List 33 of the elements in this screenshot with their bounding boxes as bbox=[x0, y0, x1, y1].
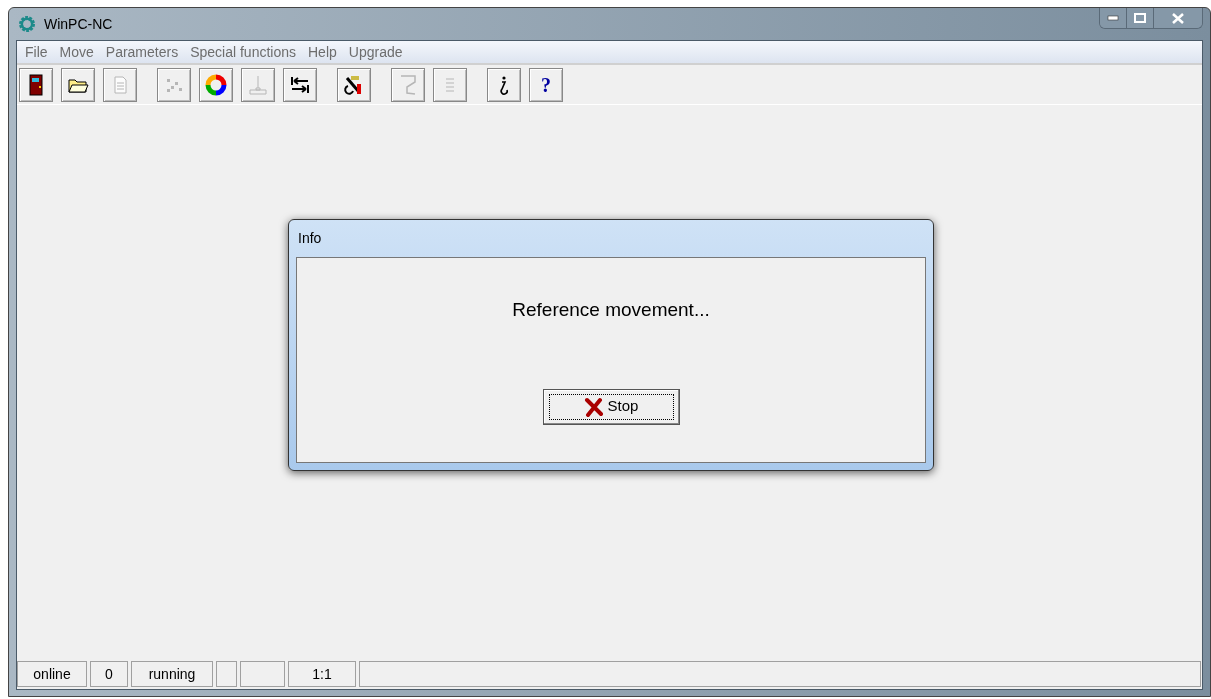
stop-button[interactable]: Stop bbox=[542, 388, 680, 425]
help-button[interactable]: ? bbox=[529, 67, 563, 102]
dialog-title: Info bbox=[298, 229, 322, 248]
toolbar-button[interactable] bbox=[61, 67, 95, 102]
window-title: WinPC-NC bbox=[44, 14, 113, 34]
close-button[interactable] bbox=[1154, 8, 1202, 28]
toolbar-button[interactable] bbox=[283, 67, 317, 102]
menu-item[interactable]: Upgrade bbox=[342, 41, 409, 63]
menu-item[interactable]: Parameters bbox=[99, 41, 185, 63]
minimize-icon bbox=[1107, 15, 1119, 21]
toolbar-button[interactable] bbox=[487, 67, 521, 102]
status-text: online bbox=[33, 664, 71, 684]
menu-item[interactable]: Move bbox=[53, 41, 100, 63]
status-text: 0 bbox=[105, 664, 113, 684]
minimize-button[interactable] bbox=[1100, 8, 1127, 28]
status-text: 1:1 bbox=[312, 664, 332, 684]
gear-icon bbox=[18, 15, 36, 33]
cycle-icon bbox=[205, 73, 227, 96]
close-icon bbox=[1172, 12, 1184, 24]
x-icon bbox=[583, 396, 604, 417]
menu-item[interactable]: Help bbox=[302, 41, 343, 63]
menu-item[interactable]: Special functions bbox=[184, 41, 302, 63]
dialog-message: Reference movement... bbox=[512, 298, 710, 322]
probe-icon bbox=[247, 73, 269, 96]
menu-item[interactable]: File bbox=[19, 41, 54, 63]
toolbar-button[interactable] bbox=[199, 67, 233, 102]
maximize-button[interactable] bbox=[1127, 8, 1154, 28]
status-pane bbox=[216, 661, 237, 687]
maximize-icon bbox=[1134, 13, 1146, 23]
toolbar-button[interactable] bbox=[19, 67, 53, 102]
status-text: running bbox=[148, 664, 196, 684]
toolbar-button[interactable] bbox=[337, 67, 371, 102]
status-pane bbox=[240, 661, 285, 687]
